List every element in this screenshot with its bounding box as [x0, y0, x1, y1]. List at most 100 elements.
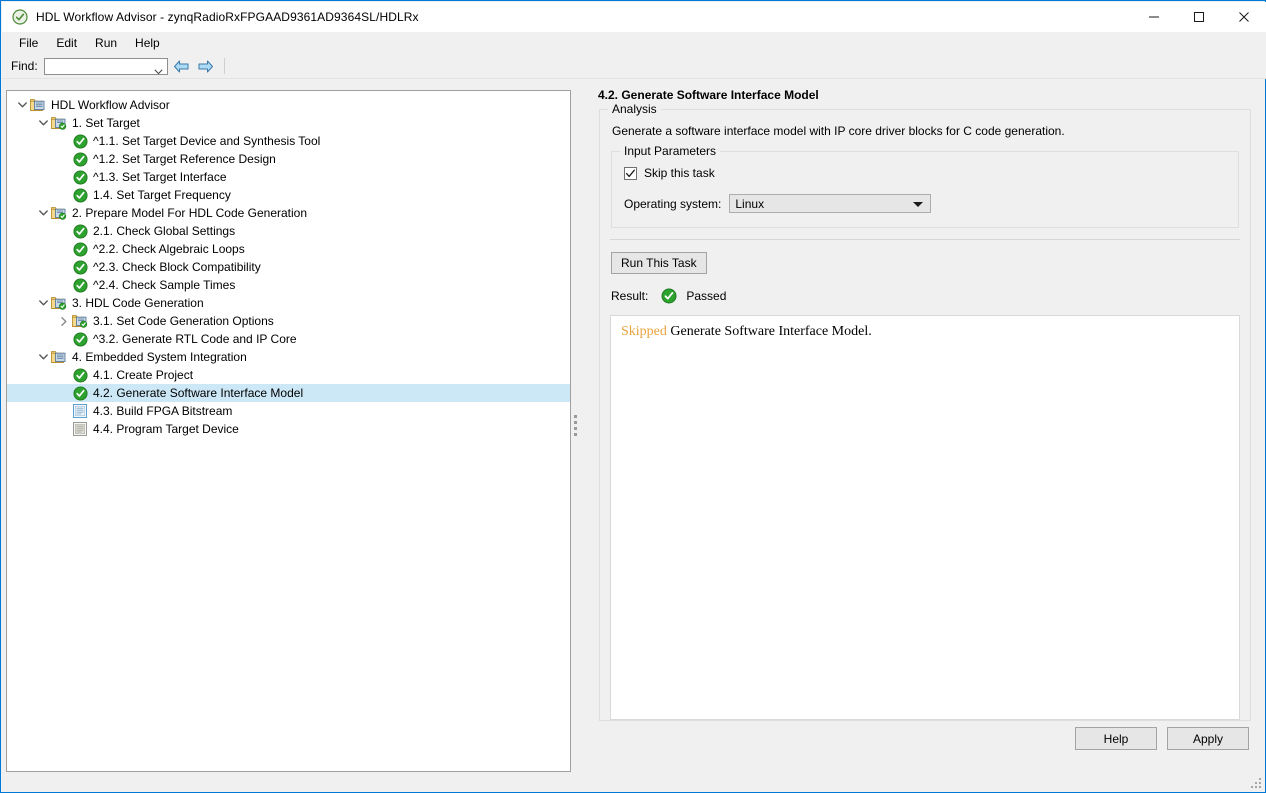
task-description: Generate a software interface model with…	[612, 124, 1240, 138]
menu-item-file[interactable]: File	[10, 33, 47, 53]
chevron-down-icon[interactable]	[35, 205, 51, 221]
apply-button[interactable]: Apply	[1167, 727, 1249, 750]
analysis-group: Analysis Generate a software interface m…	[599, 109, 1251, 721]
arrow-right-icon[interactable]	[196, 57, 216, 75]
chevron-down-icon[interactable]	[35, 115, 51, 131]
passed-icon	[72, 187, 88, 203]
tree-spacer	[56, 277, 72, 293]
tree-spacer	[56, 223, 72, 239]
chevron-down-icon[interactable]	[154, 64, 163, 78]
folder-icon	[51, 349, 67, 365]
toolbar-underline	[2, 78, 1266, 79]
folder-icon	[30, 97, 46, 113]
passed-icon	[72, 331, 88, 347]
folder-check-icon	[51, 295, 67, 311]
chevron-down-icon[interactable]	[35, 349, 51, 365]
chevron-down-icon[interactable]	[913, 202, 923, 207]
title-bar: HDL Workflow Advisor - zynqRadioRxFPGAAD…	[2, 2, 1266, 32]
tree-item[interactable]: 3.1. Set Code Generation Options	[7, 312, 570, 330]
tree-spacer	[56, 169, 72, 185]
hdl-workflow-advisor-window: HDL Workflow Advisor - zynqRadioRxFPGAAD…	[0, 0, 1266, 793]
green-check-circle-icon	[12, 9, 28, 25]
passed-icon	[72, 277, 88, 293]
tree-spacer	[56, 133, 72, 149]
tree-spacer	[56, 241, 72, 257]
chevron-down-icon[interactable]	[14, 97, 30, 113]
tree-item[interactable]: ^2.3. Check Block Compatibility	[7, 258, 570, 276]
tree-item[interactable]: ^1.2. Set Target Reference Design	[7, 150, 570, 168]
run-this-task-button[interactable]: Run This Task	[611, 252, 707, 274]
tree-item-label: 4.1. Create Project	[93, 367, 193, 383]
tree-item[interactable]: 2.1. Check Global Settings	[7, 222, 570, 240]
passed-icon	[72, 151, 88, 167]
tree-item-label: 3.1. Set Code Generation Options	[93, 313, 274, 329]
tree-item[interactable]: 4.1. Create Project	[7, 366, 570, 384]
menu-bar: File Edit Run Help	[2, 32, 1266, 54]
tree-item-label: ^1.3. Set Target Interface	[93, 169, 227, 185]
tree-spacer	[56, 151, 72, 167]
panel-splitter[interactable]	[571, 90, 589, 772]
folder-check-icon	[51, 115, 67, 131]
splitter-grip-icon[interactable]	[574, 415, 577, 437]
tree-item-label: 2.1. Check Global Settings	[93, 223, 235, 239]
tree-spacer	[56, 403, 72, 419]
chevron-right-icon[interactable]	[56, 313, 72, 329]
passed-icon	[72, 241, 88, 257]
folder-check-icon	[51, 205, 67, 221]
tree-item[interactable]: ^3.2. Generate RTL Code and IP Core	[7, 330, 570, 348]
tree-item[interactable]: 4.2. Generate Software Interface Model	[7, 384, 570, 402]
result-message: Skipped Generate Software Interface Mode…	[621, 324, 1229, 340]
passed-icon	[72, 367, 88, 383]
tree-item[interactable]: HDL Workflow Advisor	[7, 96, 570, 114]
arrow-left-icon[interactable]	[172, 57, 192, 75]
close-button[interactable]	[1221, 2, 1266, 32]
menu-item-edit[interactable]: Edit	[47, 33, 86, 53]
tree-item-label: 1. Set Target	[72, 115, 140, 131]
input-parameters-group: Input Parameters Skip this task Operatin…	[611, 151, 1239, 228]
passed-icon	[72, 223, 88, 239]
tree-item-label: ^3.2. Generate RTL Code and IP Core	[93, 331, 297, 347]
resize-grip-icon[interactable]	[1249, 776, 1261, 788]
tree-item-label: 4. Embedded System Integration	[72, 349, 247, 365]
tree-item[interactable]: 3. HDL Code Generation	[7, 294, 570, 312]
maximize-button[interactable]	[1176, 2, 1221, 32]
result-output-panel: Skipped Generate Software Interface Mode…	[610, 315, 1240, 720]
find-label: Find:	[11, 59, 38, 73]
passed-icon	[72, 385, 88, 401]
tree-item-label: ^2.4. Check Sample Times	[93, 277, 235, 293]
chevron-down-icon[interactable]	[35, 295, 51, 311]
tree-item-label: 4.3. Build FPGA Bitstream	[93, 403, 232, 419]
tree-item[interactable]: 2. Prepare Model For HDL Code Generation	[7, 204, 570, 222]
workflow-tree: HDL Workflow Advisor1. Set Target^1.1. S…	[7, 91, 570, 438]
tree-item[interactable]: 4. Embedded System Integration	[7, 348, 570, 366]
help-button[interactable]: Help	[1075, 727, 1157, 750]
minimize-button[interactable]	[1131, 2, 1176, 32]
tree-item[interactable]: ^2.4. Check Sample Times	[7, 276, 570, 294]
tree-item[interactable]: ^2.2. Check Algebraic Loops	[7, 240, 570, 258]
tree-item[interactable]: 4.4. Program Target Device	[7, 420, 570, 438]
tree-item-label: ^2.2. Check Algebraic Loops	[93, 241, 245, 257]
menu-item-run[interactable]: Run	[86, 33, 126, 53]
operating-system-row: Operating system: Linux	[624, 194, 1226, 213]
tree-item[interactable]: 4.3. Build FPGA Bitstream	[7, 402, 570, 420]
menu-item-help[interactable]: Help	[126, 33, 169, 53]
passed-icon	[661, 288, 677, 304]
tree-item[interactable]: ^1.3. Set Target Interface	[7, 168, 570, 186]
result-row: Result: Passed	[611, 288, 1250, 304]
operating-system-label: Operating system:	[624, 197, 721, 211]
tree-item[interactable]: 1.4. Set Target Frequency	[7, 186, 570, 204]
tree-item[interactable]: 1. Set Target	[7, 114, 570, 132]
page-title: 4.2. Generate Software Interface Model	[598, 88, 1261, 102]
result-label: Result:	[611, 289, 648, 303]
find-input[interactable]	[44, 58, 168, 75]
tree-item-label: ^2.3. Check Block Compatibility	[93, 259, 261, 275]
skip-this-task-checkbox[interactable]	[624, 167, 637, 180]
workflow-tree-panel[interactable]: HDL Workflow Advisor1. Set Target^1.1. S…	[6, 90, 571, 772]
disabled-icon	[72, 421, 88, 437]
skip-this-task-row[interactable]: Skip this task	[624, 166, 1226, 180]
passed-icon	[72, 169, 88, 185]
operating-system-select[interactable]: Linux	[729, 194, 931, 213]
tree-spacer	[56, 385, 72, 401]
tree-item[interactable]: ^1.1. Set Target Device and Synthesis To…	[7, 132, 570, 150]
tree-spacer	[56, 187, 72, 203]
